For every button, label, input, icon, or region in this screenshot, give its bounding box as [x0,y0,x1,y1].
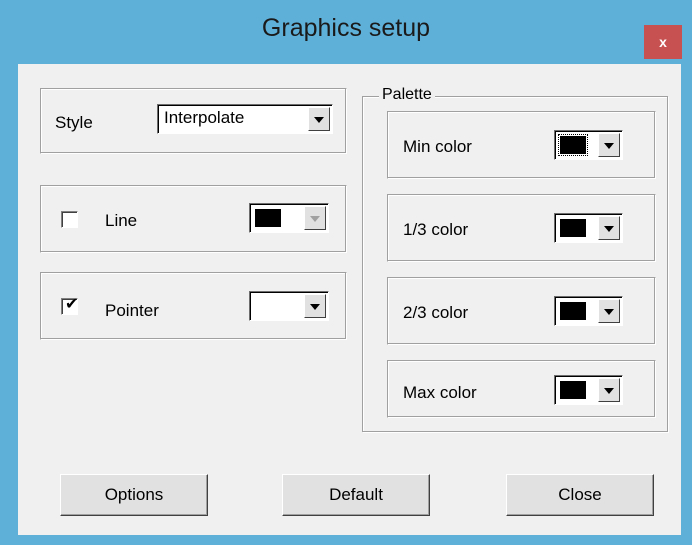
style-dropdown[interactable]: Interpolate [157,104,333,134]
two-thirds-color-swatch [560,302,586,320]
style-dropdown-value: Interpolate [164,108,245,127]
line-label: Line [105,211,138,230]
palette-23-label: 2/3 color [403,303,469,322]
window-title: Graphics setup [261,14,431,42]
line-group: Line [40,185,347,253]
palette-title: Palette [379,86,435,104]
palette-23-row: 2/3 color [387,277,656,345]
pointer-checkbox[interactable]: ✔ [61,296,79,315]
line-color-picker[interactable] [249,203,329,233]
chevron-down-icon[interactable] [598,378,620,402]
chevron-down-icon [304,206,326,230]
palette-min-row: Min color [387,111,656,179]
style-group: Style Interpolate [40,88,347,154]
chevron-down-icon[interactable] [598,133,620,157]
dialog-client-area: Style Interpolate Line ✔ Pointer Palette… [18,64,681,535]
chevron-down-icon[interactable] [598,299,620,323]
max-color-picker[interactable] [554,375,623,405]
min-color-swatch [560,136,586,154]
pointer-label: Pointer [105,301,159,320]
style-label: Style [55,113,93,132]
dialog-window: Graphics setup x Style Interpolate Line … [0,0,692,545]
palette-13-row: 1/3 color [387,194,656,262]
line-color-swatch [255,209,281,227]
min-color-picker[interactable] [554,130,623,160]
palette-min-label: Min color [403,137,472,156]
palette-max-row: Max color [387,360,656,418]
pointer-color-swatch [255,297,281,315]
one-third-color-picker[interactable] [554,213,623,243]
one-third-color-swatch [560,219,586,237]
chevron-down-icon[interactable] [308,107,330,131]
close-window-button[interactable]: x [644,25,682,59]
palette-13-label: 1/3 color [403,220,469,239]
palette-group: Palette Min color 1/3 color 2/3 color Ma… [362,86,668,432]
default-button[interactable]: Default [282,474,430,516]
checkmark-icon: ✔ [65,296,79,313]
options-button[interactable]: Options [60,474,208,516]
chevron-down-icon[interactable] [598,216,620,240]
titlebar[interactable]: Graphics setup x [0,0,692,59]
close-button[interactable]: Close [506,474,654,516]
two-thirds-color-picker[interactable] [554,296,623,326]
palette-max-label: Max color [403,383,477,402]
pointer-group: ✔ Pointer [40,272,347,340]
line-checkbox[interactable] [61,211,78,228]
chevron-down-icon[interactable] [304,294,326,318]
max-color-swatch [560,381,586,399]
pointer-color-picker[interactable] [249,291,329,321]
